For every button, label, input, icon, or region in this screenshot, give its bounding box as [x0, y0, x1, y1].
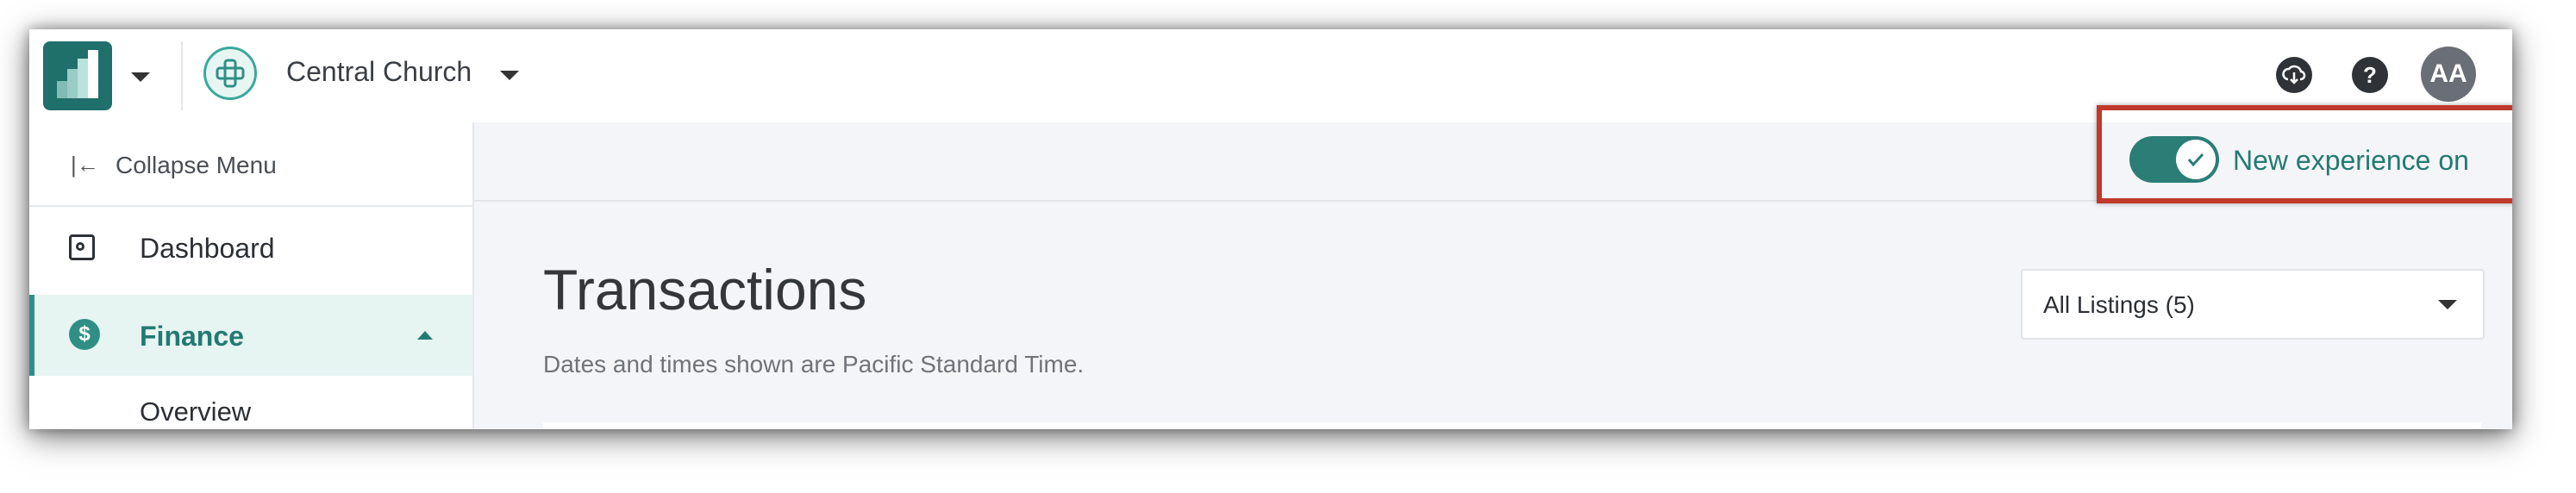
main-content: New experience on Transactions Dates and…: [474, 105, 2512, 429]
help-glyph: ?: [2363, 61, 2377, 88]
content-card-edge: [543, 422, 2481, 429]
chevron-down-icon: [2438, 300, 2457, 309]
sidebar: |← Collapse Menu Dashboard $ Finance Ove…: [29, 122, 474, 429]
collapse-menu-label: Collapse Menu: [116, 152, 277, 178]
sidebar-item-label: Dashboard: [140, 233, 275, 264]
organization-icon[interactable]: [203, 47, 257, 100]
experience-bar: New experience on: [474, 105, 2512, 203]
organization-name[interactable]: Central Church: [286, 56, 472, 88]
cloud-download-icon[interactable]: [2276, 57, 2312, 93]
collapse-arrow-icon: |←: [71, 152, 99, 178]
sidebar-item-label: Overview: [140, 396, 252, 427]
dollar-icon: $: [69, 319, 100, 350]
avatar-initials: AA: [2429, 59, 2467, 88]
app-window: Central Church ? AA |← Collapse Menu Das…: [29, 29, 2512, 429]
page-title: Transactions: [543, 258, 867, 321]
sidebar-item-dashboard[interactable]: Dashboard: [29, 207, 472, 288]
highlight-box: [2097, 105, 2512, 203]
dashboard-icon: [69, 234, 95, 260]
chevron-up-icon[interactable]: [417, 331, 433, 340]
sidebar-item-overview[interactable]: Overview: [29, 381, 472, 429]
organization-chevron-down-icon[interactable]: [500, 71, 519, 80]
help-icon[interactable]: ?: [2352, 57, 2388, 93]
sidebar-item-label: Finance: [140, 321, 244, 352]
app-switcher-chevron-down-icon[interactable]: [131, 72, 150, 82]
avatar[interactable]: AA: [2421, 47, 2476, 102]
listings-select[interactable]: All Listings (5): [2021, 269, 2485, 340]
listings-select-value: All Listings (5): [2043, 291, 2195, 318]
collapse-menu-button[interactable]: |← Collapse Menu: [29, 122, 472, 207]
sidebar-item-finance[interactable]: $ Finance: [29, 295, 472, 376]
app-logo-icon[interactable]: [43, 41, 112, 110]
timezone-note: Dates and times shown are Pacific Standa…: [543, 351, 1085, 378]
divider: [181, 41, 183, 110]
